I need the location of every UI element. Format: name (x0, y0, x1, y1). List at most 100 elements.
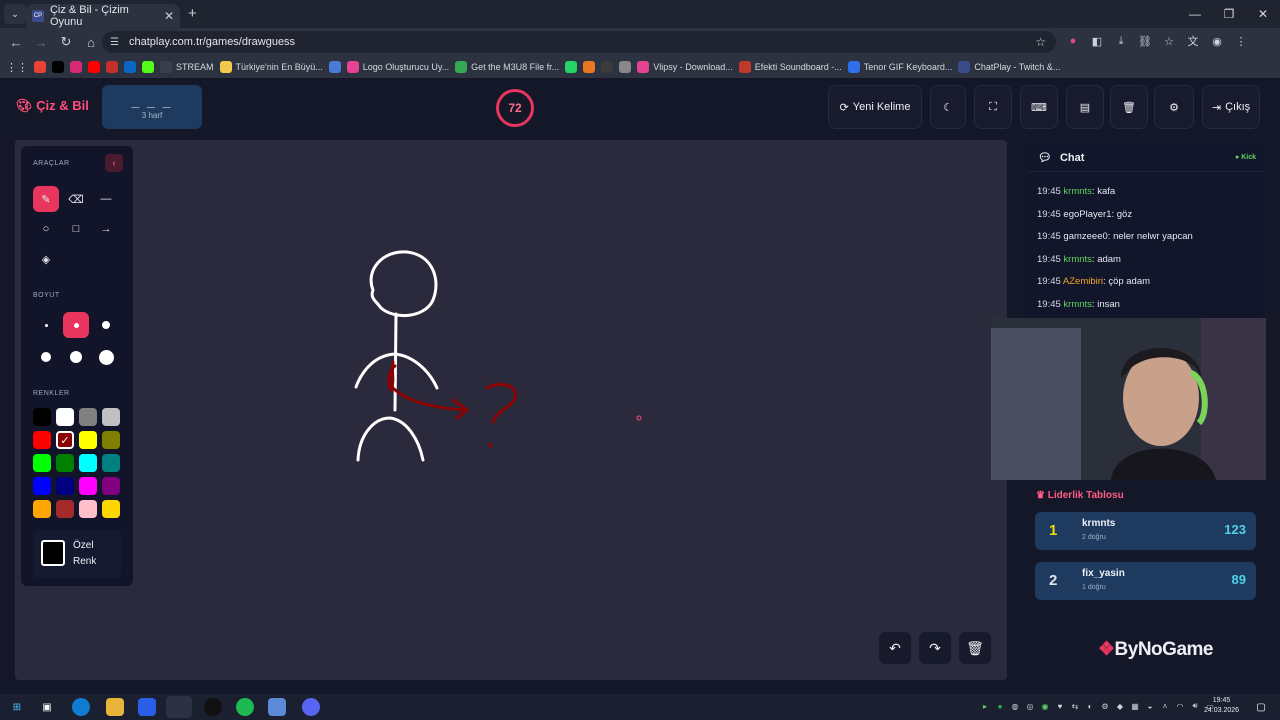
color-swatch[interactable] (56, 477, 74, 495)
circle-tool-button[interactable]: ○ (33, 216, 59, 242)
color-swatch[interactable] (56, 500, 74, 518)
settings-button[interactable]: ⚙ (1154, 85, 1194, 129)
archive-button[interactable]: ▤ (1066, 85, 1104, 129)
window-close-button[interactable]: ✕ (1246, 0, 1280, 28)
size-s-button[interactable] (63, 312, 89, 338)
bookmark-item[interactable]: Efekti Soundboard -... (738, 61, 842, 73)
arrow-tool-button[interactable]: → (93, 216, 119, 242)
color-swatch[interactable] (102, 500, 120, 518)
tray-icon[interactable]: ◎ (1025, 700, 1035, 712)
tab-close-icon[interactable]: ✕ (164, 9, 174, 23)
size-xs-button[interactable] (33, 312, 59, 338)
line-tool-button[interactable]: — (93, 186, 119, 212)
reload-button[interactable]: ↻ (54, 30, 78, 54)
drawing-canvas[interactable]: ARAÇLAR ‹ ✎ ⌫ — ○ □ → ◈ BOYUT RENKLER ✓ … (15, 140, 1007, 680)
bookmarks-icon[interactable]: ☆ (1160, 32, 1178, 50)
clear-canvas-button[interactable]: 🗑︎ (959, 632, 991, 664)
bookmark-item[interactable]: Get the M3U8 File fr... (455, 61, 559, 73)
message-user[interactable]: gamzeee0 (1063, 231, 1107, 242)
bookmark-item[interactable] (619, 61, 632, 73)
color-swatch[interactable] (102, 477, 120, 495)
brush-tool-button[interactable]: ✎ (33, 186, 59, 212)
bookmark-item[interactable] (70, 61, 82, 73)
size-xxl-button[interactable] (93, 344, 119, 370)
eraser-tool-button[interactable]: ⌫ (63, 186, 89, 212)
tab-search-button[interactable]: ⌄ (4, 4, 26, 24)
bookmark-item[interactable]: Tenor GIF Keyboard... (847, 61, 952, 73)
taskbar-clock[interactable]: 19:45 24.03.2026 (1204, 696, 1239, 716)
fill-tool-button[interactable]: ◈ (33, 246, 59, 272)
obs-icon[interactable] (204, 698, 222, 716)
rectangle-tool-button[interactable]: □ (63, 216, 89, 242)
color-swatch[interactable] (33, 431, 51, 449)
store-icon[interactable] (138, 698, 156, 716)
message-user[interactable]: AZemibiri (1063, 276, 1103, 287)
color-swatch[interactable] (79, 477, 97, 495)
bookmark-star-icon[interactable]: ☆ (1035, 35, 1046, 49)
chevron-up-icon[interactable]: ˄ (1160, 700, 1170, 712)
apps-grid-icon[interactable]: ⋮⋮ (6, 61, 28, 74)
back-button[interactable]: ← (4, 30, 28, 54)
collapse-panel-button[interactable]: ‹ (105, 154, 123, 172)
bookmark-item[interactable]: ChatPlay - Twitch &... (958, 61, 1060, 73)
tray-icon[interactable]: ◐ (1085, 700, 1095, 712)
color-swatch[interactable] (102, 454, 120, 472)
tray-icon[interactable]: ⚙ (1100, 700, 1110, 712)
tray-icon[interactable]: ⇆ (1070, 700, 1080, 712)
tray-icon[interactable]: ▸ (980, 700, 990, 712)
volume-icon[interactable]: 🔊︎ (1190, 700, 1200, 712)
bookmark-item[interactable]: Vlipsy - Download... (637, 61, 733, 73)
bookmark-item[interactable] (565, 61, 578, 73)
minimize-button[interactable]: — (1178, 0, 1212, 28)
message-user[interactable]: krmnts (1063, 186, 1092, 197)
message-user[interactable]: krmnts (1063, 299, 1092, 310)
bookmark-item[interactable] (52, 61, 64, 73)
discord-icon[interactable] (302, 698, 320, 716)
link-icon[interactable]: ⛓ (1136, 32, 1154, 50)
bookmark-item[interactable] (142, 61, 154, 73)
bookmark-item[interactable] (124, 61, 136, 73)
bookmark-item[interactable] (328, 61, 341, 73)
undo-button[interactable]: ↶ (879, 632, 911, 664)
spotify-icon[interactable] (236, 698, 254, 716)
size-m-button[interactable] (93, 312, 119, 338)
bookmark-item[interactable] (34, 61, 46, 73)
file-explorer-icon[interactable] (106, 698, 124, 716)
profile-avatar-icon[interactable]: ◉ (1208, 32, 1226, 50)
translate-icon[interactable]: 文 (1184, 32, 1202, 50)
task-view-icon[interactable]: ▣ (38, 698, 56, 716)
tray-icon[interactable]: ◍ (1010, 700, 1020, 712)
new-word-button[interactable]: ⟳ Yeni Kelime (828, 85, 922, 129)
color-swatch[interactable] (79, 454, 97, 472)
edge-icon[interactable] (72, 698, 90, 716)
extension-icon[interactable]: ● (1064, 32, 1082, 50)
chrome-icon[interactable] (166, 696, 192, 718)
custom-color-button[interactable]: Özel Renk (33, 530, 121, 578)
bookmark-item[interactable] (106, 61, 118, 73)
color-swatch[interactable]: ✓ (56, 431, 74, 449)
fullscreen-button[interactable]: ⛶ (974, 85, 1012, 129)
redo-button[interactable]: ↷ (919, 632, 951, 664)
size-xl-button[interactable] (63, 344, 89, 370)
tray-icon[interactable]: ● (995, 700, 1005, 712)
color-swatch[interactable] (79, 408, 97, 426)
color-swatch[interactable] (79, 500, 97, 518)
keyboard-button[interactable]: ⌨ (1020, 85, 1058, 129)
app-icon[interactable] (268, 698, 286, 716)
color-swatch[interactable] (79, 431, 97, 449)
forward-button[interactable]: → (29, 30, 53, 54)
tray-icon[interactable]: ▦ (1130, 700, 1140, 712)
bookmark-item[interactable]: Logo Oluşturucu Uy... (346, 61, 449, 73)
color-swatch[interactable] (102, 408, 120, 426)
start-button[interactable]: ⊞ (8, 698, 26, 716)
color-swatch[interactable] (33, 454, 51, 472)
color-swatch[interactable] (56, 454, 74, 472)
color-swatch[interactable] (102, 431, 120, 449)
notification-icon[interactable]: ▢ (1252, 698, 1270, 716)
message-user[interactable]: krmnts (1063, 254, 1092, 265)
restore-button[interactable]: ❐ (1212, 0, 1246, 28)
message-user[interactable]: egoPlayer1 (1063, 209, 1111, 220)
dark-mode-button[interactable]: ☾ (930, 85, 966, 129)
size-l-button[interactable] (33, 344, 59, 370)
tray-icon[interactable]: ◒ (1145, 700, 1155, 712)
